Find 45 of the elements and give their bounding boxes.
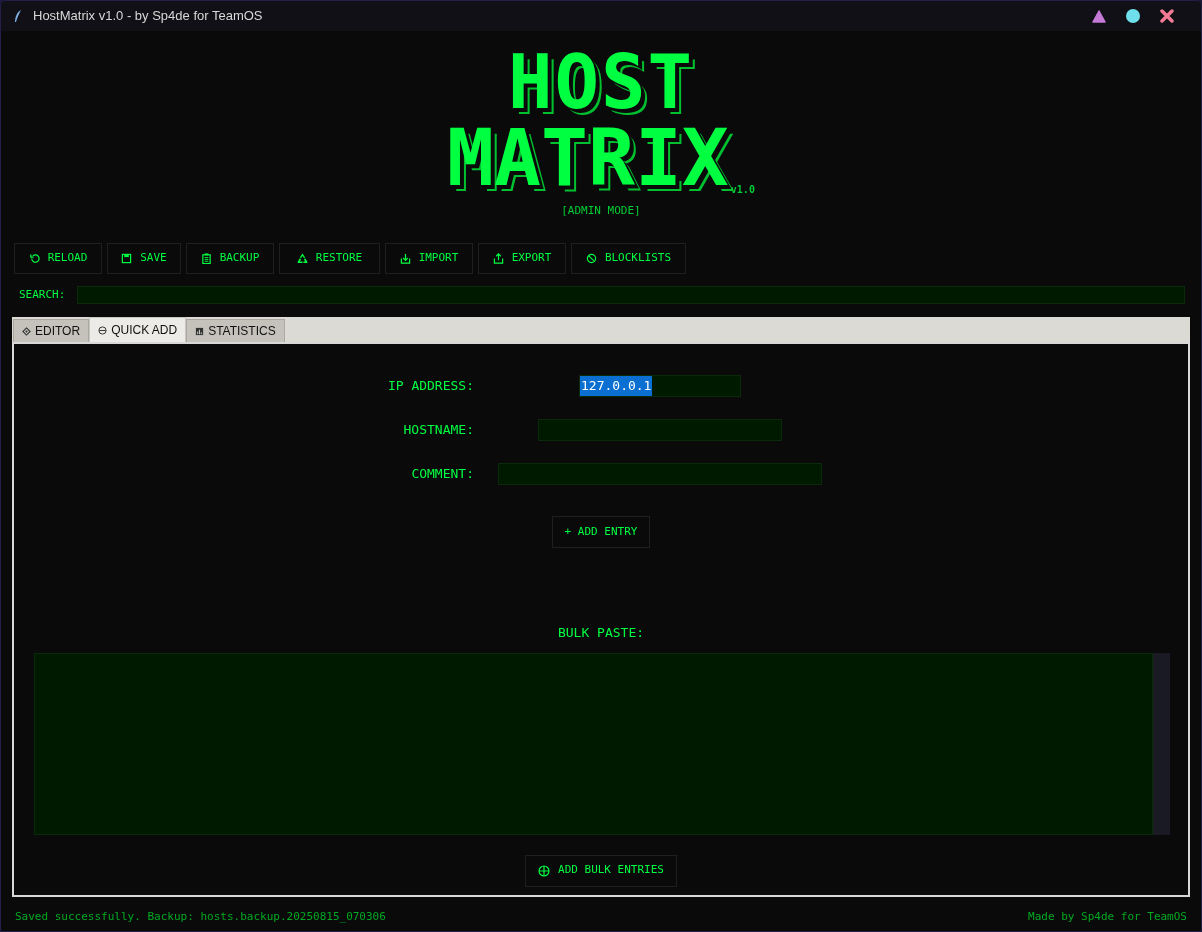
minimize-icon[interactable] [1092, 9, 1106, 23]
clipboard-icon [200, 253, 212, 264]
plus-circle-icon [538, 864, 550, 877]
add-entry-button[interactable]: + ADD ENTRY [551, 516, 651, 548]
toolbar-button[interactable]: EXPORT [478, 243, 566, 274]
feather-icon [13, 9, 23, 23]
rotate-icon [28, 253, 40, 264]
logo-text: MATRIX [447, 119, 729, 197]
tray-arrow-icon [492, 253, 504, 264]
version-label: v1.0 [730, 185, 755, 195]
status-message: Saved successfully. Backup: hosts.backup.20250815_070306 [15, 909, 386, 925]
mode-label: [ADMIN MODE] [561, 203, 641, 219]
toolbar-button[interactable]: RESTORE [279, 243, 380, 274]
toolbar-button[interactable]: BLOCKLISTS [571, 243, 686, 274]
bulk-paste-label: BULK PASTE: [557, 624, 645, 642]
window-title: HostMatrix v1.0 - by Sp4de for TeamOS [33, 7, 263, 26]
bar-chart-icon [195, 326, 205, 336]
input-field[interactable] [498, 463, 822, 485]
tab[interactable]: STATISTICS [186, 319, 285, 342]
field-label: HOSTNAME: [402, 421, 474, 440]
bulk-paste-textarea[interactable] [34, 652, 1153, 835]
text-selection: 127.0.0.1 [580, 376, 653, 396]
search-label: SEARCH: [19, 286, 66, 303]
scrollbar[interactable] [1153, 652, 1170, 835]
close-icon[interactable] [1160, 9, 1174, 23]
toolbar-button[interactable]: RELOAD [14, 243, 102, 274]
toolbar-button[interactable]: IMPORT [385, 243, 473, 274]
toolbar-button[interactable]: BACKUP [186, 243, 274, 274]
credit-text: Made by Sp4de for TeamOS [1028, 909, 1187, 925]
input-field[interactable] [538, 419, 782, 441]
tray-arrow-icon [399, 253, 411, 264]
tab[interactable]: QUICK ADD [89, 317, 187, 342]
recycle-icon [296, 253, 308, 264]
diamond-icon [22, 326, 31, 336]
prohibited-icon [585, 253, 597, 264]
field-label: COMMENT: [410, 465, 474, 484]
circle-minus-icon [98, 325, 108, 335]
add-bulk-entries-button[interactable]: ADD BULK ENTRIES [525, 854, 677, 887]
search-field[interactable] [77, 286, 1185, 304]
tab[interactable]: EDITOR [13, 319, 90, 342]
maximize-icon[interactable] [1126, 9, 1140, 23]
logo-text: HOST [507, 45, 695, 119]
toolbar-button[interactable]: SAVE [107, 243, 181, 274]
field-label: IP ADDRESS: [386, 377, 474, 396]
input-field[interactable]: 127.0.0.1 [579, 375, 741, 397]
